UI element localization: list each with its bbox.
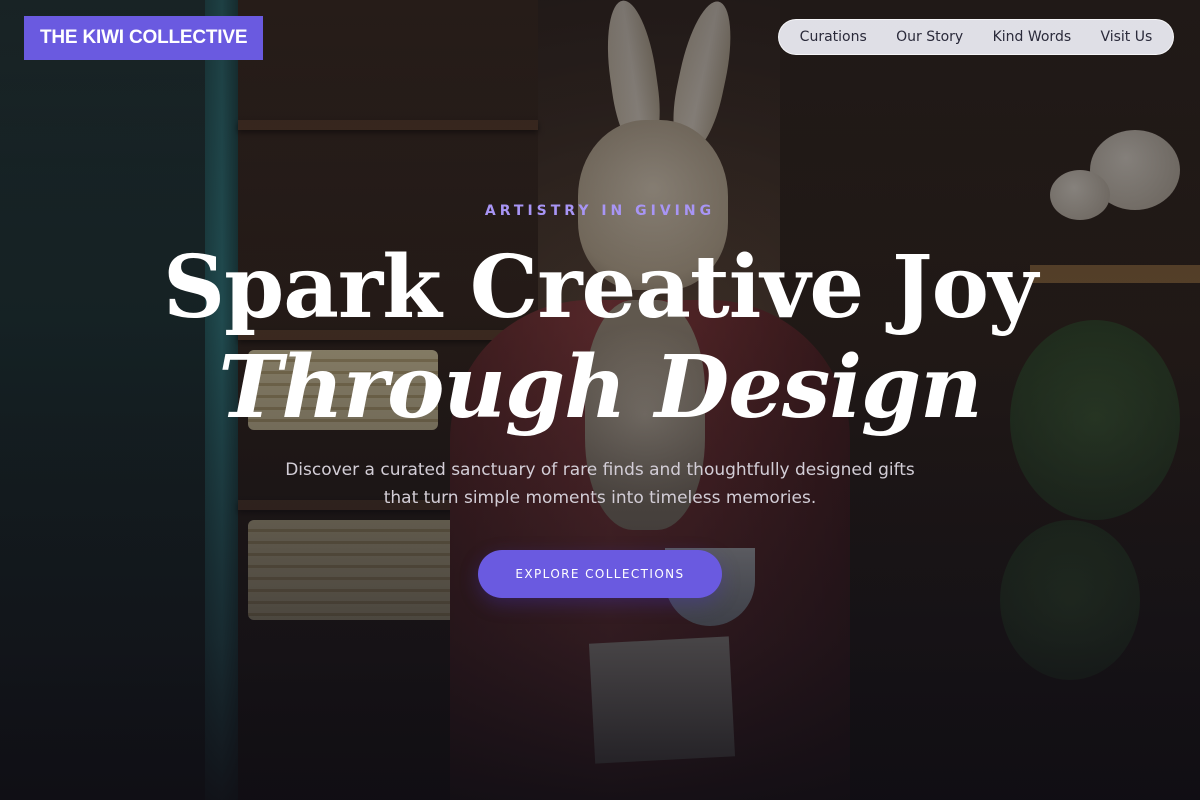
- nav-link-curations[interactable]: Curations: [800, 29, 867, 45]
- main-nav: Curations Our Story Kind Words Visit Us: [778, 19, 1174, 55]
- hero-headline-italic: Through Design: [218, 337, 982, 438]
- hero-subtitle: Discover a curated sanctuary of rare fin…: [285, 460, 915, 508]
- nav-link-kind-words[interactable]: Kind Words: [993, 29, 1072, 45]
- nav-link-visit-us[interactable]: Visit Us: [1100, 29, 1152, 45]
- explore-collections-button[interactable]: EXPLORE COLLECTIONS: [478, 550, 722, 598]
- hero-eyebrow: ARTISTRY IN GIVING: [484, 203, 716, 219]
- hero-headline: Spark Creative Joy: [162, 237, 1038, 338]
- brand-logo[interactable]: THE KIWI COLLECTIVE: [24, 16, 264, 60]
- nav-link-our-story[interactable]: Our Story: [896, 29, 963, 45]
